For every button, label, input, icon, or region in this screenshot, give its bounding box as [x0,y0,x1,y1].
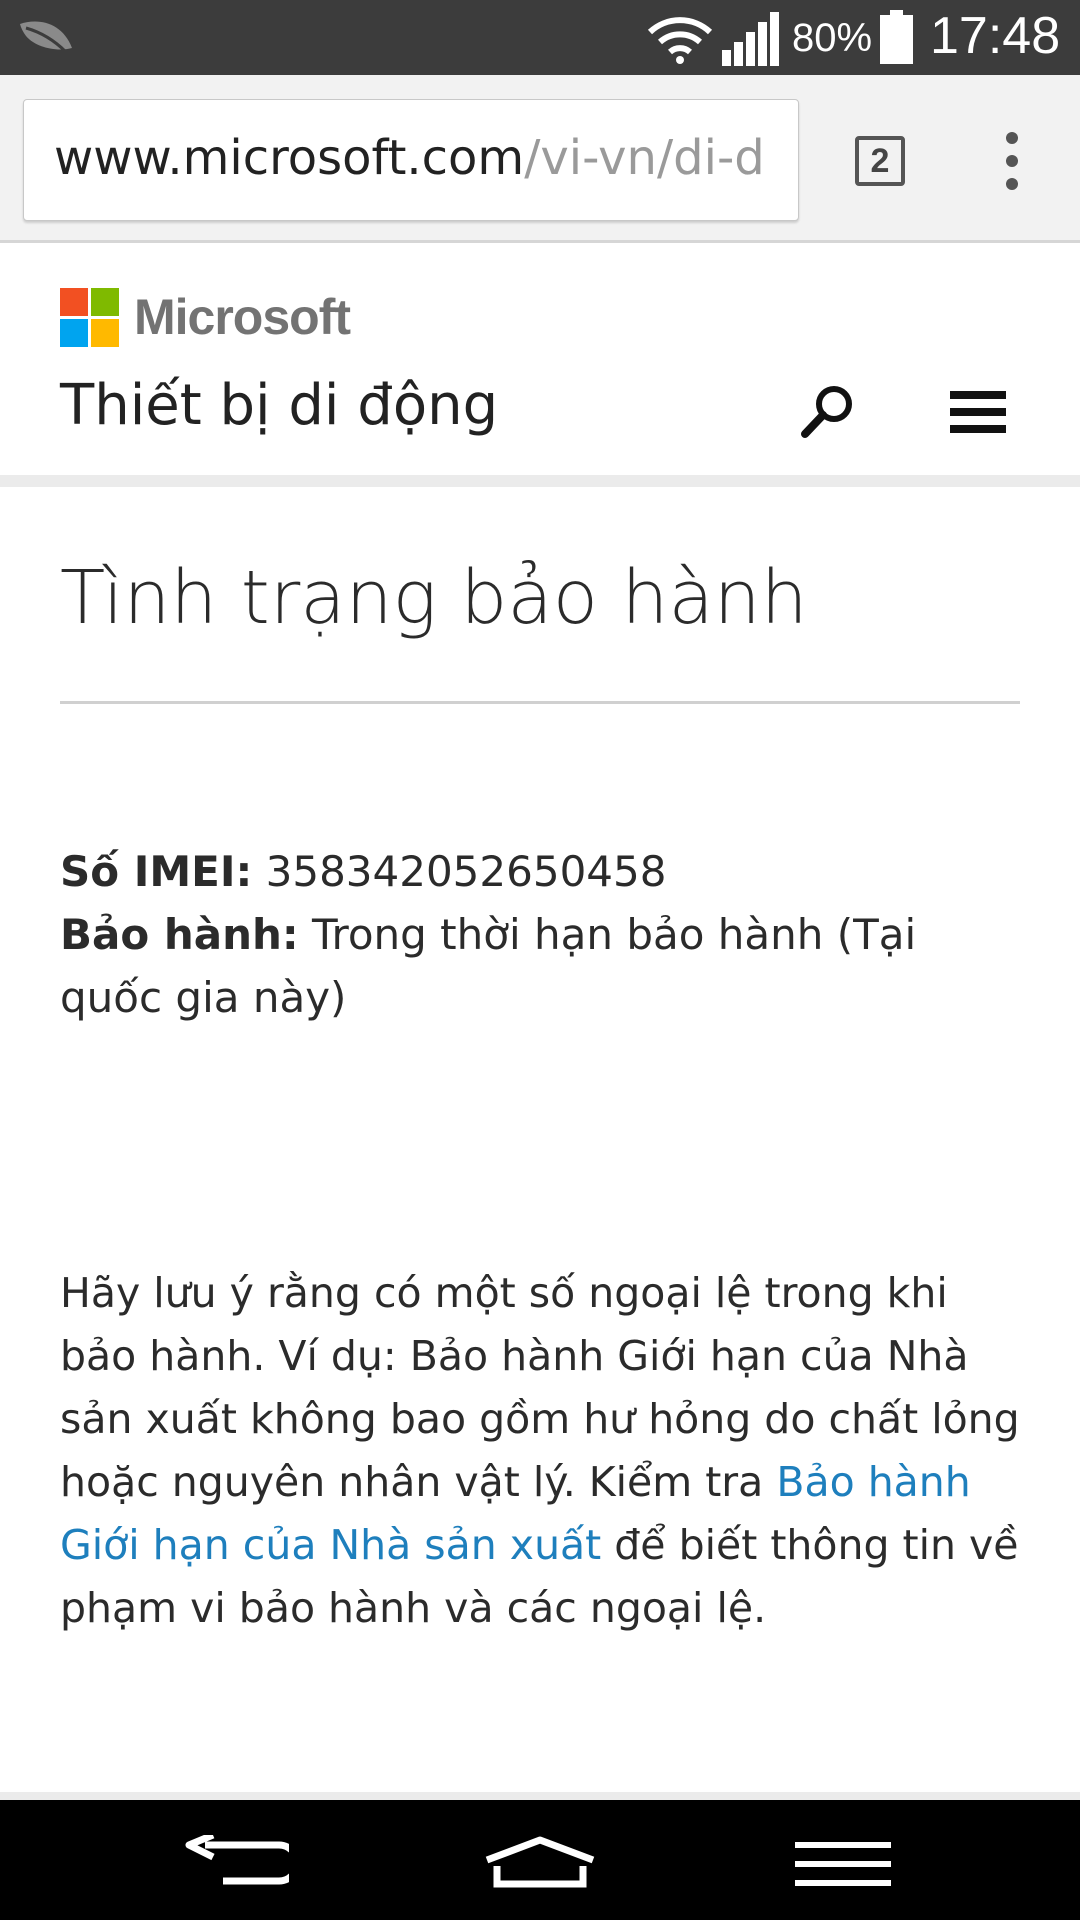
url-text: www.microsoft.com/vi-vn/di-d [54,130,765,186]
back-icon[interactable] [183,1835,289,1893]
url-path: /vi-vn/di-d [524,130,765,186]
tab-switcher-button[interactable]: 2 [855,136,905,186]
address-bar[interactable]: www.microsoft.com/vi-vn/di-d [23,99,799,221]
microsoft-logo-icon[interactable] [60,288,119,347]
site-header: Microsoft Thiết bị di động [0,243,1080,475]
battery-percent: 80% [792,16,873,60]
imei-label: Số IMEI: [60,847,253,896]
url-host: www.microsoft.com [54,130,525,186]
hamburger-menu-icon[interactable] [950,391,1006,433]
navigation-bar [0,1800,1080,1920]
clock: 17:48 [930,7,1061,65]
brand-name[interactable]: Microsoft [134,288,351,346]
warranty-note: Hãy lưu ý rằng có một số ngoại lệ trong … [60,1262,1020,1640]
status-bar: 80% 17:48 [0,0,1080,75]
title-divider [60,701,1020,704]
page-title: Tình trạng bảo hành [60,555,808,641]
warranty-info: Số IMEI: 358342052650458 Bảo hành: Trong… [60,840,1020,1029]
browser-toolbar: www.microsoft.com/vi-vn/di-d 2 [0,75,1080,243]
recent-apps-icon[interactable] [795,1842,891,1886]
header-divider [0,475,1080,487]
search-icon[interactable] [800,383,856,439]
wifi-icon [648,17,712,64]
footer-divider [0,1792,1080,1800]
home-icon[interactable] [483,1836,597,1890]
leaf-icon [20,21,72,54]
signal-icon [722,12,779,66]
warranty-row: Bảo hành: Trong thời hạn bảo hành (Tại q… [60,903,1020,1029]
battery-icon [880,10,913,64]
browser-menu-icon[interactable] [1000,132,1024,192]
section-title[interactable]: Thiết bị di động [60,373,498,438]
imei-value: 358342052650458 [265,847,667,896]
warranty-label: Bảo hành: [60,910,299,959]
imei-row: Số IMEI: 358342052650458 [60,840,1020,903]
